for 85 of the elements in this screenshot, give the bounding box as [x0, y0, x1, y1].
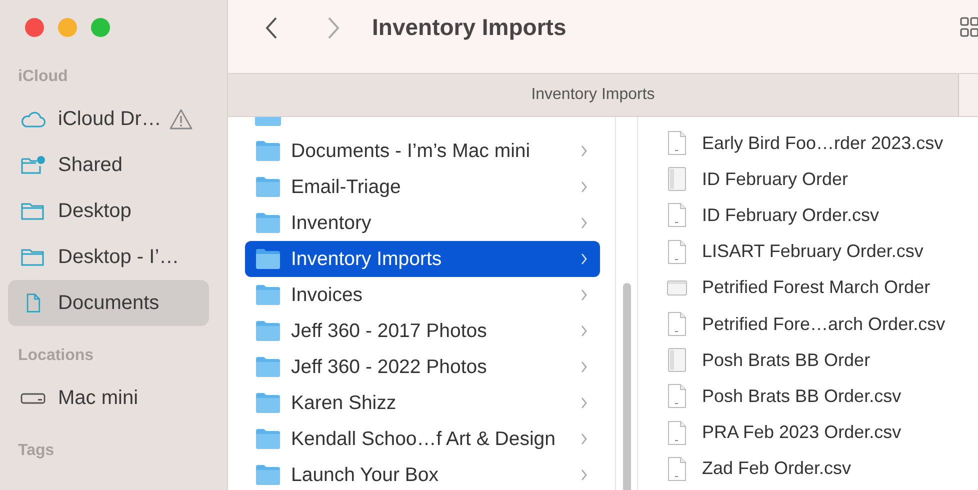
chevron-icon: [580, 397, 588, 409]
sidebar-item[interactable]: Mac mini: [8, 375, 209, 421]
file-name: PRA Feb 2023 Order.csv: [702, 422, 902, 444]
folder-row[interactable]: Inventory Imports: [245, 241, 600, 277]
chevron-icon: [580, 469, 588, 481]
file-name: Early Bird Foo…rder 2023.csv: [702, 132, 944, 154]
file-icon: [667, 347, 687, 374]
sidebar-item[interactable]: Documents: [8, 280, 209, 326]
chevron-icon: [580, 289, 588, 301]
folder-row[interactable]: Jeff 360 - 2022 Photos: [245, 349, 600, 385]
file-name: LISART February Order.csv: [702, 241, 924, 262]
sidebar-label: Desktop: [58, 200, 132, 222]
file-row[interactable]: Posh Brats BB Order: [667, 342, 978, 378]
document-icon: [667, 130, 687, 156]
chevron-icon: [580, 253, 588, 265]
grid-view-icon[interactable]: [960, 16, 978, 38]
folder-name: Invoices: [291, 284, 364, 306]
folder-row[interactable]: Inventory: [245, 205, 600, 241]
close-button[interactable]: [25, 18, 44, 37]
file-name: Posh Brats BB Order: [702, 350, 870, 371]
scrollbar[interactable]: [615, 117, 638, 490]
tab[interactable]: Inventory Imports: [228, 74, 959, 116]
section-heading: Tags: [17, 442, 56, 461]
file-row[interactable]: PRA Feb 2023 Order.csv: [667, 414, 978, 451]
document-icon: [667, 383, 687, 410]
section-heading: Locations: [17, 347, 95, 366]
file-row[interactable]: Posh Brats BB Order.csv: [667, 378, 978, 414]
folder-row[interactable]: Invoices: [245, 277, 600, 313]
file-name: Posh Brats BB Order.csv: [702, 386, 902, 407]
folder-row[interactable]: Karen Shizz: [245, 385, 600, 421]
folder-name: Karen Shizz: [291, 392, 398, 414]
back-button[interactable]: [265, 16, 279, 40]
file-row[interactable]: LISART February Order.csv: [667, 234, 978, 270]
folder-name: Inventory: [291, 212, 372, 234]
file-row[interactable]: ID February Order.csv: [667, 197, 978, 234]
folder-row[interactable]: Jeff 360 - 2017 Photos: [245, 313, 600, 349]
document-icon: [667, 202, 687, 228]
cloud-icon: [20, 109, 46, 129]
chevron-icon: [580, 181, 588, 193]
folder-name: Kendall Schoo…f Art & Design: [291, 428, 556, 450]
window-title: Inventory Imports: [372, 14, 568, 41]
file-name: ID February Order: [702, 168, 848, 190]
sidebar-label: Documents: [58, 292, 160, 314]
sidebar-label: Shared: [58, 154, 122, 176]
folder-name: Launch Your Box: [291, 464, 440, 486]
document-icon: [667, 311, 687, 338]
chevron-icon: [580, 145, 588, 157]
folder-row[interactable]: Documents - I’m’s Mac mini: [245, 133, 600, 169]
folder-name: Inventory Imports: [291, 248, 443, 270]
document-icon: [667, 238, 687, 265]
folder-row[interactable]: Kendall Schoo…f Art & Design: [245, 421, 600, 457]
chevron-icon: [580, 217, 588, 229]
file-name: Petrified Fore…arch Order.csv: [702, 314, 946, 335]
file-name: ID February Order.csv: [702, 204, 880, 226]
folder-name: Jeff 360 - 2022 Photos: [291, 356, 488, 378]
sidebar-item[interactable]: Desktop: [8, 188, 209, 234]
file-row[interactable]: ID February Order: [667, 161, 978, 198]
section-heading: iCloud: [17, 68, 69, 87]
folder-name: Jeff 360 - 2017 Photos: [291, 320, 488, 342]
file-row[interactable]: Zad Feb Order.csv: [667, 450, 978, 487]
file-icon: [667, 166, 687, 192]
scrollbar-thumb[interactable]: [623, 283, 631, 490]
sidebar-item[interactable]: iCloud Dr…: [8, 96, 209, 142]
sidebar-item[interactable]: Desktop - I’…: [8, 234, 209, 280]
sidebar-item[interactable]: Shared: [8, 142, 209, 188]
file-name: Zad Feb Order.csv: [702, 458, 852, 480]
sidebar-label: Desktop - I’…: [58, 246, 180, 268]
sidebar-label: Mac mini: [58, 386, 138, 410]
minimize-button[interactable]: [58, 18, 77, 37]
zoom-button[interactable]: [91, 18, 110, 37]
chevron-icon: [580, 433, 588, 445]
file-name: Petrified Forest March Order: [702, 277, 930, 298]
file-row[interactable]: Petrified Forest March Order: [667, 270, 978, 306]
folder-row[interactable]: Email-Triage: [245, 169, 600, 205]
document-icon: [667, 420, 687, 446]
file-row[interactable]: Early Bird Foo…rder 2023.csv: [667, 125, 978, 162]
shared-folder-icon: [20, 155, 46, 175]
folder-row[interactable]: Launch Your Box: [245, 457, 600, 490]
folder-name: Email-Triage: [291, 176, 402, 198]
document-icon: [667, 456, 687, 482]
folder-name: Documents - I’m’s Mac mini: [291, 140, 532, 162]
sidebar-label: iCloud Dr…: [58, 108, 162, 130]
chevron-icon: [580, 325, 588, 337]
chevron-icon: [580, 361, 588, 373]
file-row[interactable]: Petrified Fore…arch Order.csv: [667, 306, 978, 342]
